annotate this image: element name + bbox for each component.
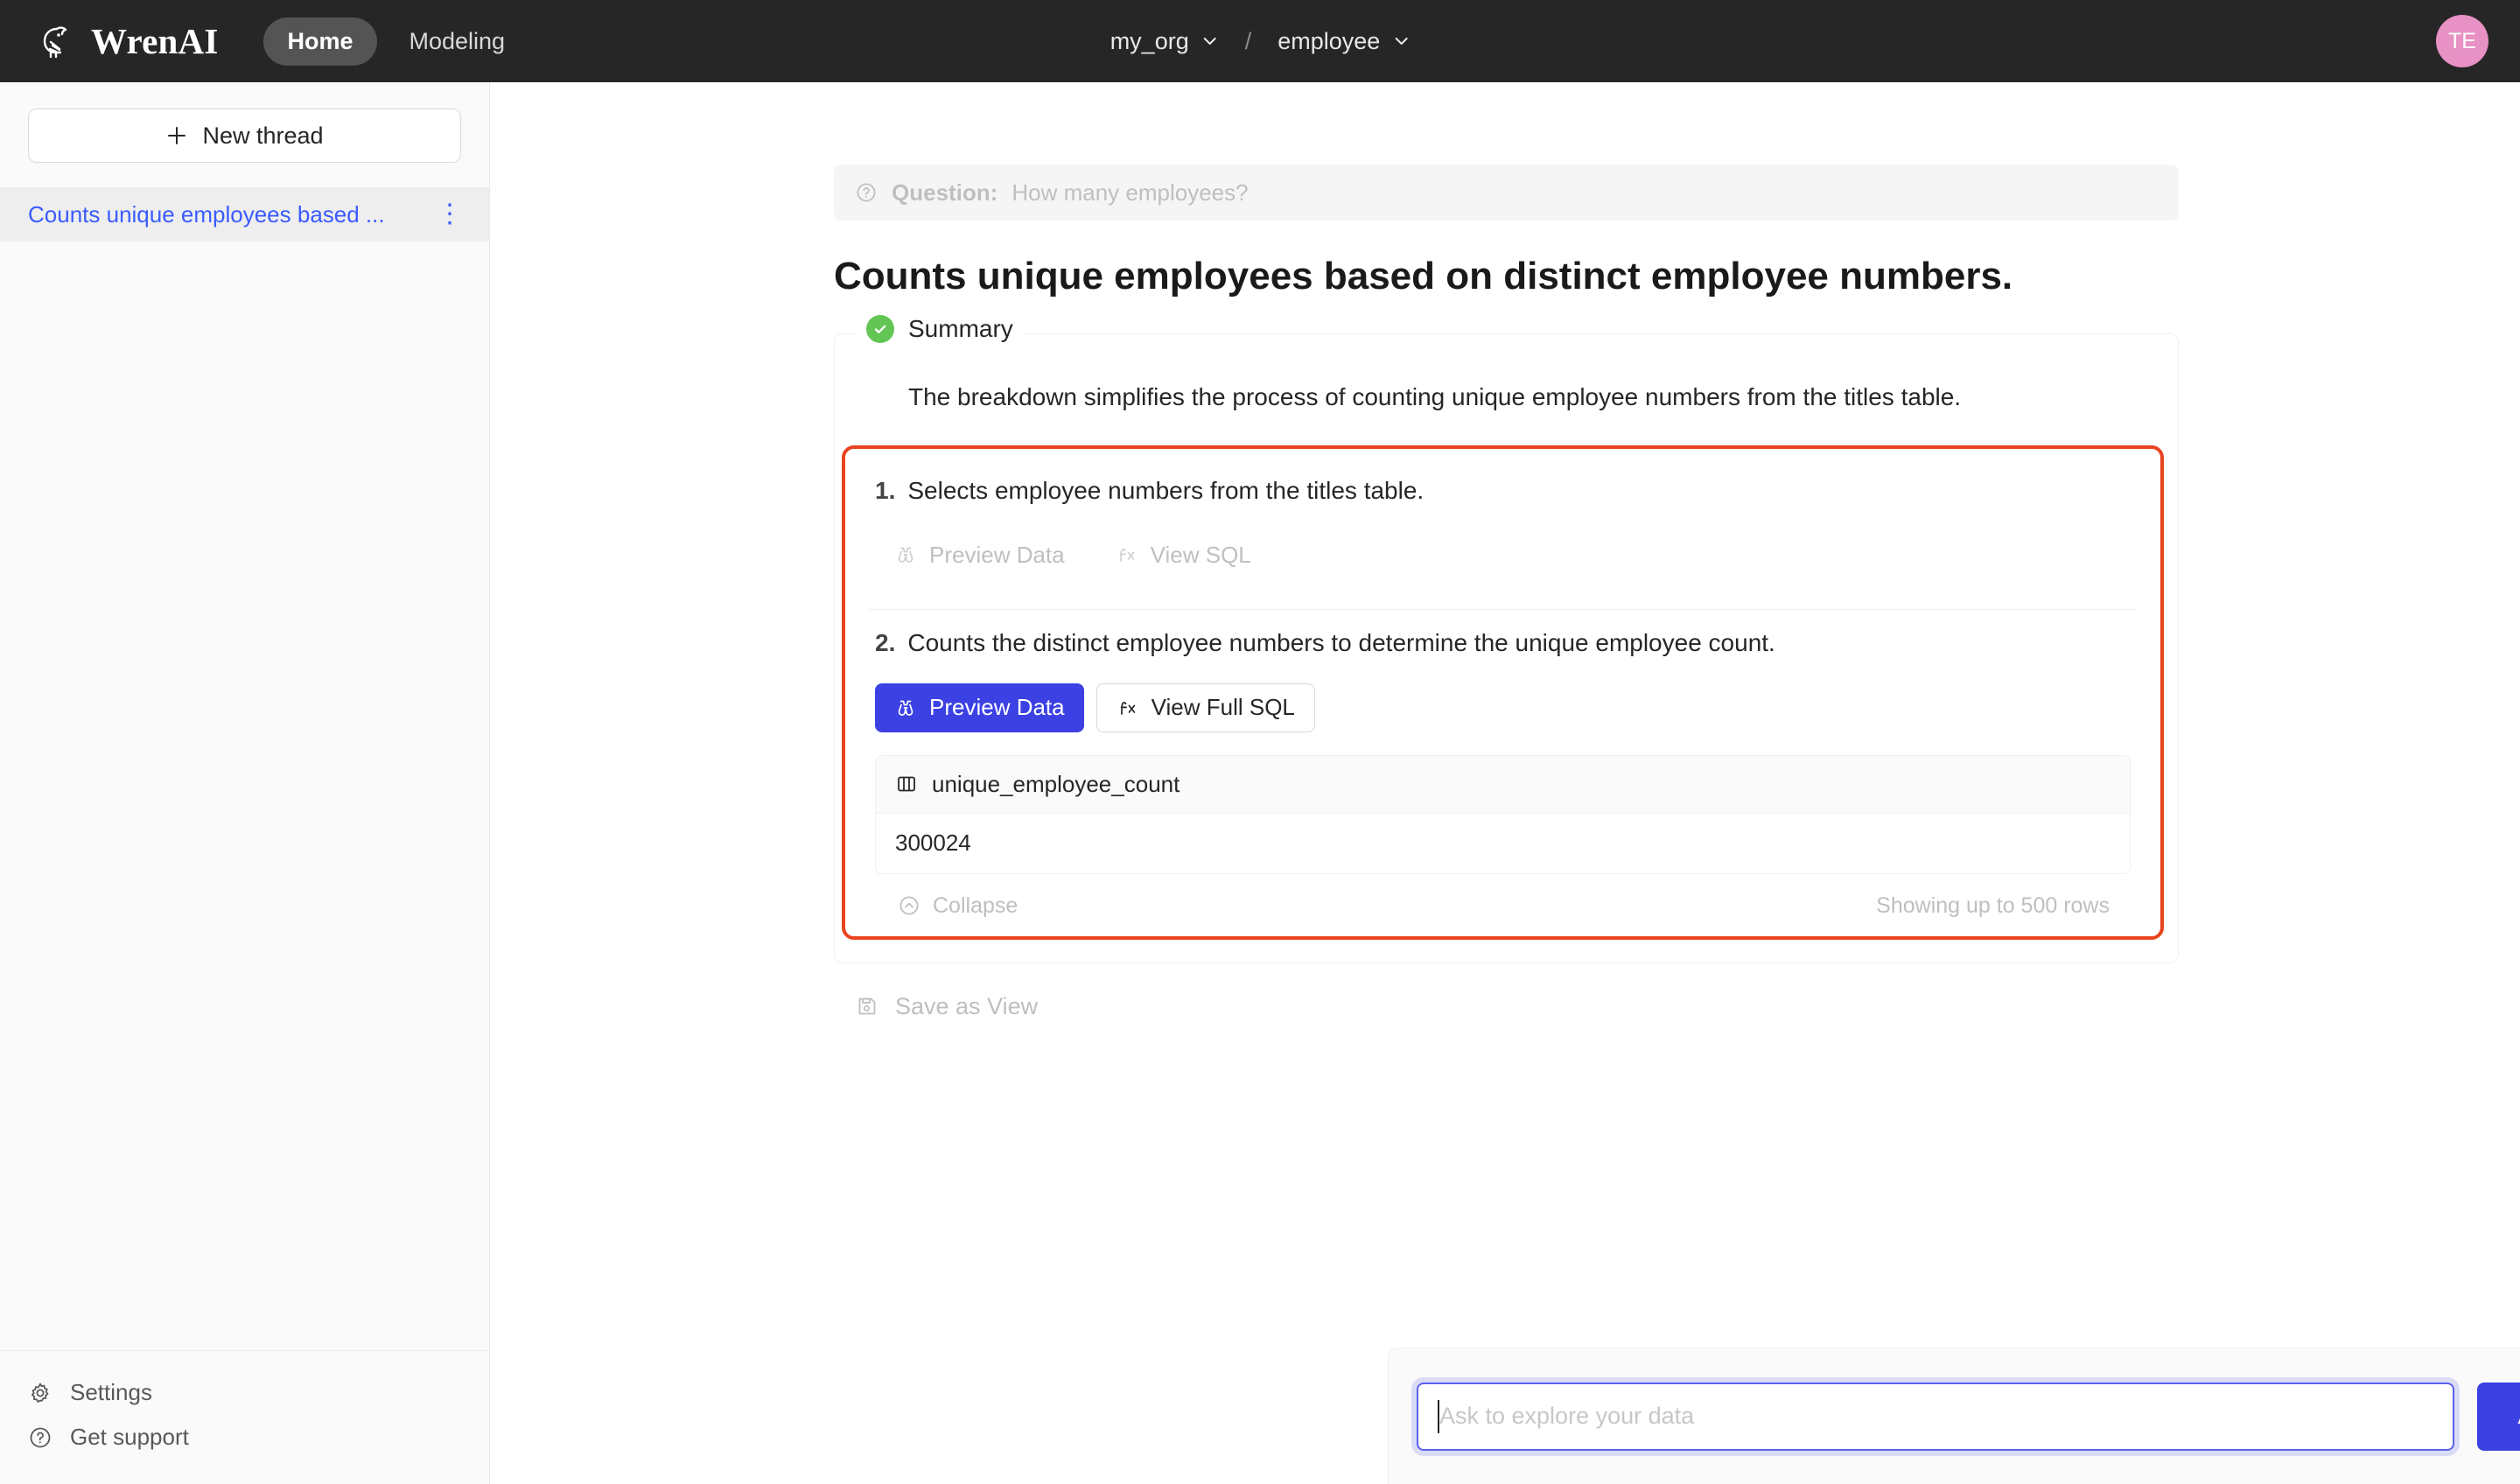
thread-title: Counts unique employees based ... bbox=[28, 200, 385, 228]
dataset-selector[interactable]: employee bbox=[1265, 21, 1422, 62]
step-2-title: 2. Counts the distinct employee numbers … bbox=[875, 626, 2131, 660]
sidebar: New thread Counts unique employees based… bbox=[0, 82, 490, 1484]
step-1-title: 1. Selects employee numbers from the tit… bbox=[875, 473, 2131, 508]
view-sql-button-step1[interactable]: View SQL bbox=[1096, 530, 1270, 579]
summary-legend-label: Summary bbox=[908, 314, 1013, 342]
ask-bar: Ask bbox=[1388, 1348, 2520, 1484]
step-number: 2. bbox=[875, 629, 896, 657]
new-thread-button[interactable]: New thread bbox=[28, 108, 461, 163]
sidebar-footer: Settings Get support bbox=[0, 1350, 490, 1484]
preview-data-button-step2[interactable]: Preview Data bbox=[875, 682, 1084, 732]
button-label: Preview Data bbox=[929, 694, 1065, 721]
preview-data-button-step1[interactable]: Preview Data bbox=[875, 530, 1084, 579]
summary-legend: Summary bbox=[856, 314, 1024, 343]
gear-icon bbox=[28, 1381, 52, 1405]
ask-input-shell bbox=[1417, 1382, 2454, 1451]
ask-input[interactable] bbox=[1417, 1382, 2454, 1451]
question-circle-icon bbox=[855, 181, 878, 204]
main-nav: Home Modeling bbox=[263, 17, 529, 66]
plus-icon bbox=[165, 124, 188, 147]
avatar[interactable]: TE bbox=[2436, 15, 2488, 67]
view-full-sql-button[interactable]: View Full SQL bbox=[1096, 682, 1315, 732]
save-as-view-button[interactable]: Save as View bbox=[834, 993, 1038, 1020]
chevron-down-icon bbox=[1201, 32, 1219, 50]
wren-bird-logo-icon bbox=[30, 18, 75, 64]
button-label: View SQL bbox=[1150, 541, 1251, 568]
dataset-name: employee bbox=[1278, 27, 1381, 54]
button-label: Preview Data bbox=[929, 541, 1065, 568]
button-label: View Full SQL bbox=[1151, 694, 1295, 721]
new-thread-label: New thread bbox=[202, 122, 324, 149]
preview-data-table: unique_employee_count 300024 bbox=[875, 754, 2131, 874]
table-header-row: unique_employee_count bbox=[876, 755, 2130, 814]
summary-card: Summary The breakdown simplifies the pro… bbox=[834, 314, 2179, 963]
step-2: 2. Counts the distinct employee numbers … bbox=[845, 610, 2160, 923]
step-text: Selects employee numbers from the titles… bbox=[907, 477, 1424, 505]
ask-button[interactable]: Ask bbox=[2477, 1382, 2520, 1451]
binoculars-icon bbox=[894, 696, 917, 719]
step-2-actions: Preview Data View Full SQL bbox=[875, 682, 2131, 732]
table-footer: Collapse Showing up to 500 rows bbox=[875, 893, 2131, 919]
nav-item-modeling[interactable]: Modeling bbox=[386, 18, 529, 66]
rows-note: Showing up to 500 rows bbox=[1876, 892, 2110, 918]
org-name: my_org bbox=[1110, 27, 1189, 54]
binoculars-icon bbox=[894, 543, 917, 566]
save-icon bbox=[855, 994, 879, 1018]
step-1-actions: Preview Data View SQL bbox=[875, 530, 2131, 579]
cell-value: 300024 bbox=[895, 830, 971, 857]
brand[interactable]: WrenAI bbox=[30, 18, 218, 64]
thread-list: Counts unique employees based ... ⋮ bbox=[0, 187, 489, 242]
chevron-up-circle-icon bbox=[898, 894, 920, 917]
steps-highlight-box: 1. Selects employee numbers from the tit… bbox=[842, 445, 2164, 940]
brand-name: WrenAI bbox=[91, 21, 219, 61]
step-number: 1. bbox=[875, 477, 896, 505]
question-circle-icon bbox=[28, 1425, 52, 1450]
save-as-view-label: Save as View bbox=[895, 992, 1039, 1019]
step-text: Counts the distinct employee numbers to … bbox=[907, 629, 1775, 657]
table-row: 300024 bbox=[876, 813, 2130, 873]
chevron-down-icon bbox=[1392, 32, 1410, 50]
sidebar-item-label: Get support bbox=[70, 1424, 189, 1450]
table-column-icon bbox=[895, 773, 918, 795]
sidebar-item-label: Settings bbox=[70, 1379, 152, 1405]
top-header-bar: WrenAI Home Modeling my_org / employee T… bbox=[0, 0, 2520, 82]
org-selector[interactable]: my_org bbox=[1098, 21, 1231, 62]
nav-item-home[interactable]: Home bbox=[263, 17, 377, 66]
step-1: 1. Selects employee numbers from the tit… bbox=[845, 458, 2160, 584]
collapse-label: Collapse bbox=[933, 892, 1018, 918]
summary-text: The breakdown simplifies the process of … bbox=[908, 382, 1962, 410]
sidebar-item-settings[interactable]: Settings bbox=[0, 1370, 490, 1415]
context-separator: / bbox=[1244, 27, 1252, 54]
check-circle-icon bbox=[866, 314, 894, 343]
text-caret bbox=[1438, 1399, 1439, 1433]
list-item[interactable]: Counts unique employees based ... ⋮ bbox=[0, 187, 489, 242]
fx-icon bbox=[1116, 696, 1139, 719]
question-label: Question: bbox=[892, 178, 998, 206]
thread-answer-panel: Question: How many employees? Counts uni… bbox=[834, 164, 2179, 1023]
page-title: Counts unique employees based on distinc… bbox=[834, 255, 2013, 298]
fx-icon bbox=[1116, 543, 1138, 566]
question-bar: Question: How many employees? bbox=[834, 164, 2179, 220]
more-vertical-icon[interactable]: ⋮ bbox=[431, 201, 468, 228]
sidebar-item-get-support[interactable]: Get support bbox=[0, 1415, 490, 1460]
main-content: Question: How many employees? Counts uni… bbox=[490, 82, 2520, 1484]
question-text: How many employees? bbox=[1012, 178, 1249, 206]
collapse-button[interactable]: Collapse bbox=[898, 893, 1018, 919]
context-selectors: my_org / employee bbox=[1098, 21, 1423, 62]
column-header: unique_employee_count bbox=[932, 770, 1180, 797]
